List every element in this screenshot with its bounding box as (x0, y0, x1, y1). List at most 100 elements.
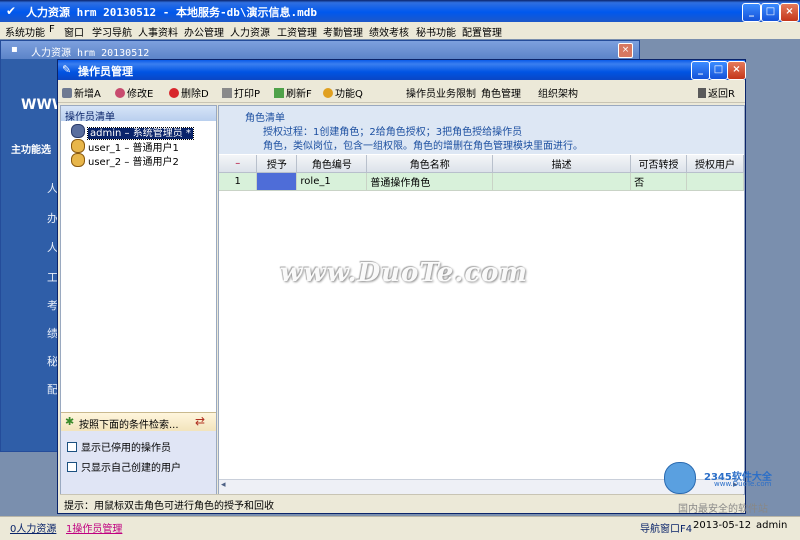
operator-minimize-button[interactable]: _ (691, 61, 710, 80)
show-disabled-option[interactable]: 显示已停用的操作员 (67, 439, 171, 454)
tree-item-user1[interactable]: user_1 – 普通用户1 (71, 139, 179, 154)
column-header[interactable]: 描述 (492, 155, 632, 173)
own-created-label: 只显示自己创建的用户 (81, 463, 181, 474)
back-button[interactable]: 返回R (698, 85, 735, 100)
print-button[interactable]: 打印P (222, 85, 260, 100)
menu-secretary[interactable]: 秘书功能 (416, 24, 456, 39)
operator-list-panel: 操作员清单 admin – 系统管理员 * user_1 – 普通用户1 use… (60, 105, 217, 495)
menu-window[interactable]: 窗口 (64, 24, 84, 39)
menu-config[interactable]: 配置管理 (462, 24, 502, 39)
operator-window-icon: ✎ (62, 63, 72, 76)
role-name-cell[interactable]: 普通操作角色 (366, 172, 494, 191)
column-header[interactable]: 授权用户 (686, 155, 744, 173)
menu-performance[interactable]: 绩效考核 (369, 24, 409, 39)
bottom-taskbar: 0人力资源 1操作员管理 导航窗口F4 2013-05-12 admin (0, 516, 800, 540)
delete-button[interactable]: 删除D (169, 85, 209, 100)
app-icon: ✔ (6, 4, 17, 18)
func-button[interactable]: 功能Q (323, 85, 363, 100)
operator-window: ✎ 操作员管理 _ □ × 新增A 修改E 删除D 打印P 刷新F 功能Q 操作… (57, 59, 746, 514)
menu-hr[interactable]: 人力资源 (230, 24, 270, 39)
grant-cell[interactable] (256, 172, 298, 191)
status-date: 2013-05-12 (693, 520, 752, 531)
background-left-strip: WWW 主功能选 人 办 人 工 考 绩 秘 配 (1, 59, 67, 451)
duote-watermark: www.DuoTe.com (280, 258, 529, 288)
menu-learn[interactable]: 学习导航 (92, 24, 132, 39)
function-icon (323, 88, 333, 98)
role-code-cell[interactable]: role_1 (296, 172, 368, 191)
tree-item-user2[interactable]: user_2 – 普通用户2 (71, 153, 179, 168)
maximize-button[interactable]: □ (761, 3, 780, 22)
edit-icon (115, 88, 125, 98)
edit-button[interactable]: 修改E (115, 85, 153, 100)
column-header[interactable]: 可否转授 (630, 155, 687, 173)
refresh-button[interactable]: 刷新F (274, 85, 312, 100)
org-button[interactable]: 组织架构 (538, 85, 578, 100)
transferable-cell[interactable]: 否 (630, 172, 687, 191)
window-title: 人力资源 hrm 20130512 - 本地服务-db\演示信息.mdb (26, 6, 317, 19)
scroll-left-arrow[interactable]: ◂ (221, 480, 226, 490)
close-button[interactable]: × (780, 3, 799, 22)
column-header[interactable]: 授予 (256, 155, 298, 173)
bg-app-icon: ▪ (11, 44, 18, 55)
menu-system[interactable]: 系统功能 (5, 24, 45, 39)
back-label: 返回R (708, 89, 735, 100)
table-row[interactable]: 1 role_1 普通操作角色 否 (219, 172, 744, 191)
logo-caption: 国内最安全的软件站 (678, 504, 768, 515)
swap-arrows-icon[interactable]: ⇄ (195, 414, 205, 428)
add-button[interactable]: 新增A (62, 85, 101, 100)
main-titlebar: ✔ 人力资源 hrm 20130512 - 本地服务-db\演示信息.mdb _… (0, 0, 800, 22)
menu-personnel[interactable]: 人事资料 (138, 24, 178, 39)
show-disabled-checkbox[interactable] (67, 442, 77, 452)
tree-item-admin[interactable]: admin – 系统管理员 * (71, 124, 194, 140)
column-header[interactable]: 角色名称 (366, 155, 494, 173)
row-number-cell[interactable]: 1 (219, 172, 258, 191)
search-conditions-label: 按照下面的条件检索... (79, 420, 179, 431)
column-header[interactable]: 角色编号 (296, 155, 368, 173)
background-window-title: 人力资源 hrm 20130512 (31, 48, 150, 59)
description-cell[interactable] (492, 172, 632, 191)
operator-close-button[interactable]: × (727, 61, 746, 80)
menu-salary[interactable]: 工资管理 (277, 24, 317, 39)
tree-item-label: user_2 – 普通用户2 (88, 157, 179, 168)
menu-attendance[interactable]: 考勤管理 (323, 24, 363, 39)
status-user: admin (756, 520, 788, 531)
operator-maximize-button[interactable]: □ (709, 61, 728, 80)
func-label: 功能Q (335, 89, 363, 100)
role-mgmt-button[interactable]: 角色管理 (481, 85, 521, 100)
role-table: – 授予 角色编号 角色名称 描述 可否转授 授权用户 1 role_1 普通操… (219, 155, 744, 191)
refresh-icon (274, 88, 284, 98)
role-list-panel: 角色清单 授权过程：1创建角色；2给角色授权；3把角色授给操作员 角色，类似岗位… (218, 105, 745, 495)
refresh-label: 刷新F (286, 89, 312, 100)
auth-process-text: 授权过程：1创建角色；2给角色授权；3把角色授给操作员 (263, 127, 523, 138)
tree-item-label: admin – 系统管理员 * (87, 127, 194, 140)
back-icon (698, 88, 706, 98)
search-conditions-bar[interactable]: ✱ 按照下面的条件检索... ⇄ (61, 412, 216, 432)
background-window-close-button[interactable]: × (618, 43, 633, 58)
operator-window-title: 操作员管理 (78, 65, 133, 78)
delete-label: 删除D (181, 89, 209, 100)
own-created-checkbox[interactable] (67, 462, 77, 472)
menu-f[interactable]: F (49, 24, 55, 35)
own-created-option[interactable]: 只显示自己创建的用户 (67, 459, 181, 474)
column-header[interactable]: – (219, 155, 258, 173)
hint-bar: 提示：用鼠标双击角色可进行角色的授予和回收 (60, 494, 743, 512)
user-icon (71, 139, 85, 153)
add-label: 新增A (74, 89, 101, 100)
role-grid: – 授予 角色编号 角色名称 描述 可否转授 授权用户 1 role_1 普通操… (219, 155, 744, 191)
minimize-button[interactable]: _ (742, 3, 761, 22)
operator-list-header: 操作员清单 (61, 106, 216, 123)
role-description-text: 角色，类似岗位，包含一组权限。角色的增删在角色管理模块里面进行。 (263, 141, 583, 152)
task-operator[interactable]: 1操作员管理 (66, 520, 122, 535)
biz-limit-button[interactable]: 操作员业务限制 (406, 85, 476, 100)
nav-window-button[interactable]: 导航窗口F4 (640, 520, 692, 535)
menu-office[interactable]: 办公管理 (184, 24, 224, 39)
delete-icon (169, 88, 179, 98)
print-label: 打印P (234, 89, 261, 100)
logo-url: www.DuoTe.com (714, 480, 772, 488)
hint-text: 提示：用鼠标双击角色可进行角色的授予和回收 (64, 501, 274, 512)
task-hr[interactable]: 0人力资源 (10, 520, 56, 535)
toolbar: 新增A 修改E 删除D 打印P 刷新F 功能Q 操作员业务限制 角色管理 组织架… (58, 80, 745, 103)
authorized-users-cell[interactable] (686, 172, 744, 191)
admin-user-icon (71, 124, 85, 138)
site-logo: 2345软件大全 www.DuoTe.com 国内最安全的软件站 (664, 462, 800, 515)
